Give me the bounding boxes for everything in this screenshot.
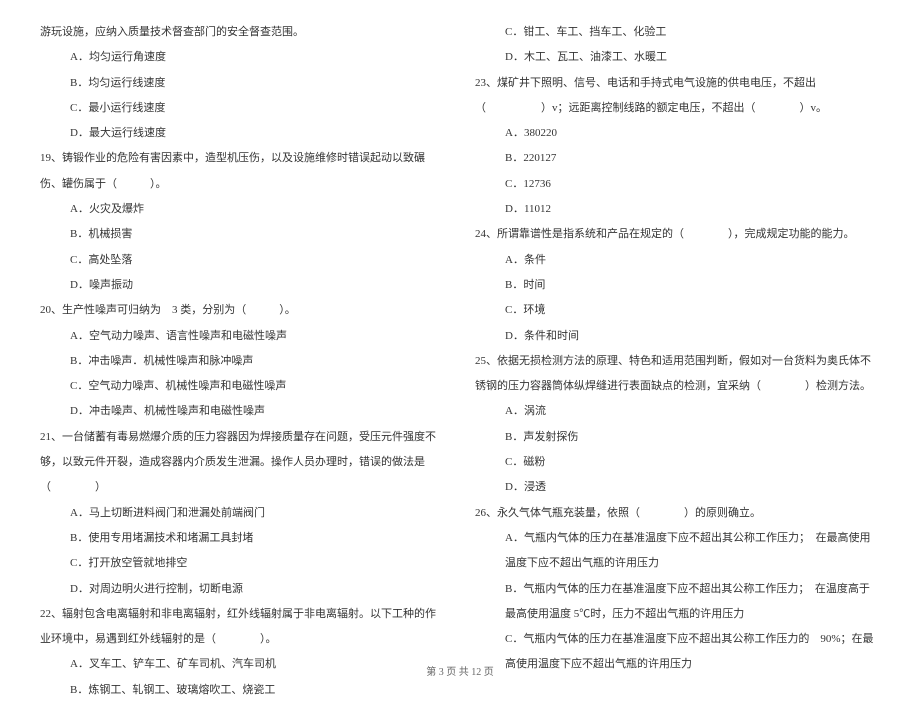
q26-option-b: B．气瓶内气体的压力在基准温度下应不超出其公称工作压力； 在温度高于最高使用温度… <box>475 577 880 628</box>
q22-option-d: D．木工、瓦工、油漆工、水暖工 <box>475 45 880 70</box>
q22-option-b: B．炼钢工、轧钢工、玻璃熔吹工、烧瓷工 <box>40 678 445 703</box>
q25-option-a: A．涡流 <box>475 399 880 424</box>
q25-text: 25、依据无损检测方法的原理、特色和适用范围判断，假如对一台货料为奥氏体不锈钢的… <box>475 349 880 400</box>
q24-option-d: D．条件和时间 <box>475 324 880 349</box>
left-column: 游玩设施，应纳入质量技术督查部门的安全督查范围。 A．均匀运行角速度 B．均匀运… <box>40 20 445 660</box>
q23-option-a: A．380220 <box>475 121 880 146</box>
q24-option-b: B．时间 <box>475 273 880 298</box>
q20-option-d: D．冲击噪声、机械性噪声和电磁性噪声 <box>40 399 445 424</box>
q24-option-c: C．环境 <box>475 298 880 323</box>
q24-text: 24、所谓靠谱性是指系统和产品在规定的（ ），完成规定功能的能力。 <box>475 222 880 247</box>
page-footer: 第 3 页 共 12 页 <box>0 663 920 678</box>
q22-text: 22、辐射包含电离辐射和非电离辐射，红外线辐射属于非电离辐射。以下工种的作业环境… <box>40 602 445 653</box>
q19-option-a: A．火灾及爆炸 <box>40 197 445 222</box>
q20-option-a: A．空气动力噪声、语言性噪声和电磁性噪声 <box>40 324 445 349</box>
q19-option-d: D．噪声振动 <box>40 273 445 298</box>
q19-text: 19、铸锻作业的危险有害因素中，造型机压伤，以及设施维修时错误起动以致碾伤、罐伤… <box>40 146 445 197</box>
right-column: C．钳工、车工、挡车工、化验工 D．木工、瓦工、油漆工、水暖工 23、煤矿井下照… <box>475 20 880 660</box>
q20-option-c: C．空气动力噪声、机械性噪声和电磁性噪声 <box>40 374 445 399</box>
q19-option-b: B．机械损害 <box>40 222 445 247</box>
q24-option-a: A．条件 <box>475 248 880 273</box>
q23-option-d: D．11012 <box>475 197 880 222</box>
q26-text: 26、永久气体气瓶充装量，依照（ ）的原则确立。 <box>475 501 880 526</box>
q21-option-d: D．对周边明火进行控制，切断电源 <box>40 577 445 602</box>
q18-option-b: B．均匀运行线速度 <box>40 71 445 96</box>
q23-text: 23、煤矿井下照明、信号、电话和手持式电气设施的供电电压，不超出（ ）v；远距离… <box>475 71 880 122</box>
q21-option-c: C．打开放空管就地排空 <box>40 551 445 576</box>
q21-text: 21、一台储蓄有毒易燃爆介质的压力容器因为焊接质量存在问题，受压元件强度不够，以… <box>40 425 445 501</box>
q25-option-d: D．浸透 <box>475 475 880 500</box>
q22-option-c: C．钳工、车工、挡车工、化验工 <box>475 20 880 45</box>
q21-option-b: B．使用专用堵漏技术和堵漏工具封堵 <box>40 526 445 551</box>
q20-option-b: B．冲击噪声．机械性噪声和脉冲噪声 <box>40 349 445 374</box>
q19-option-c: C．高处坠落 <box>40 248 445 273</box>
q21-option-a: A．马上切断进料阀门和泄漏处前端阀门 <box>40 501 445 526</box>
q23-option-c: C．12736 <box>475 172 880 197</box>
q26-option-a: A．气瓶内气体的压力在基准温度下应不超出其公称工作压力； 在最高使用温度下应不超… <box>475 526 880 577</box>
intro-text: 游玩设施，应纳入质量技术督查部门的安全督查范围。 <box>40 20 445 45</box>
q23-option-b: B．220127 <box>475 146 880 171</box>
q25-option-c: C．磁粉 <box>475 450 880 475</box>
q18-option-c: C．最小运行线速度 <box>40 96 445 121</box>
q20-text: 20、生产性噪声可归纳为 3 类，分别为（ ）。 <box>40 298 445 323</box>
q18-option-d: D．最大运行线速度 <box>40 121 445 146</box>
q18-option-a: A．均匀运行角速度 <box>40 45 445 70</box>
two-column-layout: 游玩设施，应纳入质量技术督查部门的安全督查范围。 A．均匀运行角速度 B．均匀运… <box>40 20 880 660</box>
q25-option-b: B．声发射探伤 <box>475 425 880 450</box>
